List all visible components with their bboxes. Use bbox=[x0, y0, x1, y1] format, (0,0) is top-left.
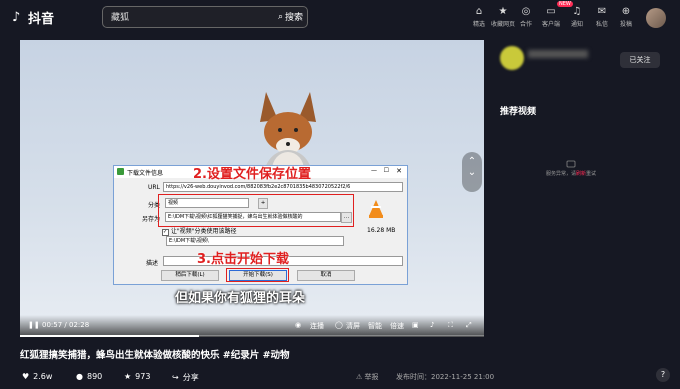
nav-upload[interactable]: ⊕ 投稿 bbox=[620, 6, 632, 28]
like-button[interactable]: ♥ 2.6w bbox=[22, 372, 52, 381]
minimize-icon[interactable]: — bbox=[371, 167, 377, 174]
comment-button[interactable]: ● 890 bbox=[76, 372, 102, 381]
monitor-icon: ▭ bbox=[546, 6, 556, 17]
next-video-arrow[interactable]: ⌃ ⌄ bbox=[462, 152, 482, 192]
url-field[interactable]: https://v26-web.douyinvod.com/882083fb2e… bbox=[163, 182, 403, 192]
time-total: 02:28 bbox=[69, 321, 90, 329]
bell-icon: ♫ bbox=[572, 6, 582, 17]
idm-app-icon bbox=[117, 168, 124, 175]
logo-text: 抖音 bbox=[28, 12, 55, 27]
nav-label: 收藏网页 bbox=[491, 21, 516, 28]
pip-icon[interactable]: ▣ bbox=[412, 321, 419, 329]
nav-bookmark[interactable]: ★ 收藏网页 bbox=[491, 6, 515, 28]
share-label: 分享 bbox=[182, 373, 199, 382]
bookmark-icon: ★ bbox=[498, 6, 508, 17]
comment-icon: ● bbox=[76, 372, 83, 381]
url-label: URL bbox=[148, 184, 160, 191]
clear-screen-toggle[interactable]: 清屏 bbox=[346, 321, 360, 331]
like-count: 2.6w bbox=[33, 372, 53, 381]
download-later-button[interactable]: 稍后下载(L) bbox=[161, 270, 219, 281]
comment-count: 890 bbox=[86, 372, 103, 381]
maximize-icon[interactable]: ☐ bbox=[384, 167, 389, 174]
time-display: 00:57 / 02:28 bbox=[42, 321, 90, 329]
home-icon: ⌂ bbox=[475, 6, 483, 17]
nav-label: 精选 bbox=[473, 21, 486, 28]
error-text: 服务异常，请 bbox=[546, 171, 577, 177]
follow-button[interactable]: 已关注 bbox=[620, 52, 660, 68]
favorite-count: 973 bbox=[135, 372, 151, 381]
video-subtitle: 但如果你有狐狸的耳朵 bbox=[175, 291, 306, 306]
douyin-logo[interactable]: ♪ 抖音 bbox=[12, 8, 54, 27]
nav-client[interactable]: ▭ 客户端 bbox=[542, 6, 560, 28]
author-avatar[interactable] bbox=[500, 46, 524, 70]
speed-selector[interactable]: 倍速 bbox=[390, 321, 404, 331]
error-suffix: 重试 bbox=[586, 171, 597, 177]
fullscreen-icon[interactable]: ⛶ bbox=[448, 321, 453, 330]
nav-label: 通知 bbox=[571, 21, 584, 28]
search-button-label: 搜索 bbox=[284, 13, 303, 23]
share-icon: ↪ bbox=[172, 373, 179, 382]
nav-label: 合作 bbox=[520, 21, 533, 28]
chevron-down-icon: ⌄ bbox=[467, 167, 477, 178]
pause-icon[interactable]: ❚❚ bbox=[28, 321, 40, 329]
nav-cooperate[interactable]: ◎ 合作 bbox=[520, 6, 532, 28]
progress-fill bbox=[20, 335, 199, 337]
message-icon: ✉ bbox=[597, 6, 607, 17]
remember-checkbox-row[interactable]: ✓ 让"视频"分类使用该路径 bbox=[162, 226, 236, 236]
help-icon[interactable]: ? bbox=[656, 368, 670, 382]
favorite-button[interactable]: ★ 973 bbox=[124, 372, 150, 381]
share-button[interactable]: ↪ 分享 bbox=[172, 372, 199, 383]
report-label: 举报 bbox=[364, 373, 379, 381]
dialog-title: 下载文件信息 bbox=[127, 170, 164, 177]
chevron-up-icon: ⌃ bbox=[467, 156, 477, 167]
handshake-icon: ◎ bbox=[521, 6, 531, 17]
search-icon: ⌕ bbox=[277, 11, 283, 22]
file-size: 16.28 MB bbox=[367, 227, 396, 234]
time-current: 00:57 bbox=[42, 321, 63, 329]
refresh-link[interactable]: 刷新 bbox=[576, 171, 586, 177]
nav-featured[interactable]: ⌂ 精选 bbox=[473, 6, 485, 28]
web-fullscreen-icon[interactable]: ⤢ bbox=[466, 321, 472, 330]
nav-label: 投稿 bbox=[620, 21, 633, 28]
description-label: 描述 bbox=[146, 260, 159, 267]
video-title: 红狐狸搞笑捕猎，蜂鸟出生就体验做核酸的快乐 #纪录片 #动物 bbox=[20, 350, 290, 361]
report-button[interactable]: ⚠ 举报 bbox=[356, 372, 379, 382]
nav-notify[interactable]: ♫ 通知 bbox=[571, 6, 583, 28]
heart-icon: ♥ bbox=[22, 372, 30, 381]
annotation-start-download: 3.点击开始下载 bbox=[197, 252, 289, 267]
remember-checkbox[interactable]: ✓ bbox=[162, 229, 169, 236]
annotation-set-location: 2.设置文件保存位置 bbox=[193, 167, 311, 182]
nav-message[interactable]: ✉ 私信 bbox=[596, 6, 608, 28]
nav-label: 客户端 bbox=[542, 21, 561, 28]
publish-time: 发布时间：2022-11-25 21:00 bbox=[396, 373, 495, 381]
nav-label: 私信 bbox=[596, 21, 609, 28]
idm-download-dialog: 下载文件信息 — ☐ ✕ URL https://v26-web.douyinv… bbox=[113, 165, 408, 285]
star-icon: ★ bbox=[124, 372, 132, 381]
recommended-heading: 推荐视频 bbox=[500, 107, 537, 117]
douyin-note-icon: ♪ bbox=[12, 9, 21, 25]
search-input[interactable]: 藏狐 bbox=[111, 10, 129, 23]
volume-icon[interactable]: ♪ bbox=[430, 321, 434, 329]
report-icon: ⚠ bbox=[356, 373, 363, 381]
progress-bar[interactable] bbox=[20, 335, 484, 337]
search-box[interactable]: 藏狐 ⌕ 搜索 bbox=[102, 6, 308, 28]
search-button[interactable]: ⌕ 搜索 bbox=[277, 10, 303, 24]
upload-icon: ⊕ bbox=[621, 6, 631, 17]
danmaku-toggle[interactable]: ◉ bbox=[295, 321, 301, 329]
error-icon bbox=[566, 154, 576, 168]
annotation-red-box bbox=[158, 194, 354, 227]
recommend-error: 服务异常，请刷新重试 bbox=[546, 170, 596, 177]
user-avatar[interactable] bbox=[646, 8, 666, 28]
vlc-cone-icon bbox=[369, 200, 383, 218]
quality-selector[interactable]: 智能 bbox=[368, 321, 382, 331]
close-icon[interactable]: ✕ bbox=[396, 167, 402, 175]
autoplay-toggle[interactable]: 连播 bbox=[310, 321, 324, 331]
author-name-blurred[interactable] bbox=[528, 50, 588, 58]
clear-screen-toggle-icon[interactable]: ◯ bbox=[335, 321, 343, 329]
annotation-red-box-start bbox=[226, 268, 289, 282]
video-controls: ❚❚ 00:57 / 02:28 ◉ 连播 ◯ 清屏 智能 倍速 ▣ ♪ ⛶ ⤢ bbox=[20, 315, 484, 337]
cancel-button[interactable]: 取消 bbox=[297, 270, 355, 281]
path-field[interactable]: E:\IDM下载\视频\ bbox=[166, 236, 344, 246]
remember-checkbox-label: 让"视频"分类使用该路径 bbox=[170, 228, 237, 235]
